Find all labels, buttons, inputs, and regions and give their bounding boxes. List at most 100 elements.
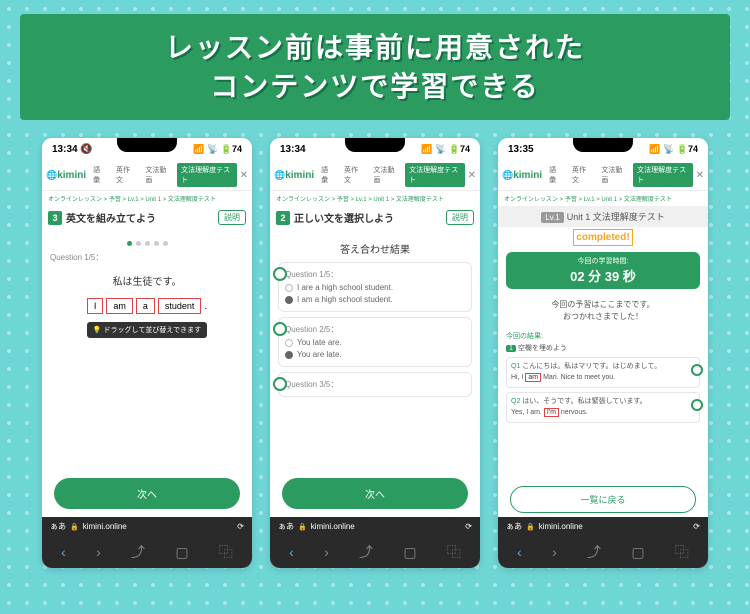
browser-url-bar[interactable]: ぁあ 🔒 kimini.online ⟳ bbox=[42, 517, 252, 536]
word-3[interactable]: a bbox=[136, 298, 155, 314]
back-to-list-button[interactable]: 一覧に戻る bbox=[510, 486, 696, 513]
section-number: 2 bbox=[276, 211, 290, 225]
tabs-icon[interactable]: ⿻ bbox=[447, 542, 461, 562]
q1-number: Q1 bbox=[511, 363, 520, 370]
completion-message: 今回の予習はここまでです。 おつかれさまでした！ bbox=[498, 299, 708, 323]
app-header: kimini 語彙 英作文 文法動画 文法理解度テスト ✕ bbox=[270, 160, 480, 191]
tab-writing[interactable]: 英作文 bbox=[112, 163, 139, 187]
q1-option-1[interactable]: I are a high school student. bbox=[285, 283, 465, 292]
url-text: kimini.online bbox=[83, 522, 127, 531]
section-1-title: 1 空欄を埋めよう bbox=[506, 343, 700, 353]
status-icons: 📶 📡 🔋74 bbox=[421, 144, 470, 155]
app-logo[interactable]: kimini bbox=[502, 170, 542, 181]
share-icon[interactable]: ⤴ bbox=[131, 542, 145, 562]
tab-test[interactable]: 文法理解度テスト bbox=[405, 163, 465, 187]
section-title: 3 英文を組み立てよう bbox=[48, 210, 156, 225]
result-q1: Q1 こんにちは。私はマリです。はじめまして。 Hi, I am Mari. N… bbox=[506, 357, 700, 388]
tab-video[interactable]: 文法動画 bbox=[141, 163, 175, 187]
dot-2 bbox=[136, 241, 141, 246]
tabs-icon[interactable]: ⿻ bbox=[675, 542, 689, 562]
completed-badge: completed! bbox=[573, 229, 632, 246]
back-icon[interactable]: ‹ bbox=[517, 544, 522, 560]
back-icon[interactable]: ‹ bbox=[289, 544, 294, 560]
tab-writing[interactable]: 英作文 bbox=[340, 163, 367, 187]
explain-button[interactable]: 説明 bbox=[446, 210, 474, 225]
text-size-icon[interactable]: ぁあ bbox=[506, 521, 522, 532]
phone-screenshots: 13:34 🔇 📶 📡 🔋74 kimini 語彙 英作文 文法動画 文法理解度… bbox=[0, 138, 750, 568]
content-area: 答え合わせ結果 Question 1/5： I are a high schoo… bbox=[270, 229, 480, 470]
period: . bbox=[204, 301, 207, 312]
app-header: kimini 語彙 英作文 文法動画 文法理解度テスト ✕ bbox=[498, 160, 708, 191]
level-title: Lv.1Unit 1 文法理解度テスト bbox=[498, 206, 708, 227]
radio-icon bbox=[285, 296, 293, 304]
section-1-num: 1 bbox=[506, 345, 516, 352]
banner-line1: レッスン前は事前に用意された bbox=[30, 28, 720, 67]
q2-option-2[interactable]: You are late. bbox=[285, 350, 465, 359]
status-time: 13:34 🔇 bbox=[52, 144, 93, 155]
radio-icon bbox=[285, 339, 293, 347]
forward-icon[interactable]: › bbox=[552, 544, 557, 560]
q2-answer: I'm bbox=[544, 408, 559, 417]
app-logo[interactable]: kimini bbox=[274, 170, 314, 181]
dot-3 bbox=[145, 241, 150, 246]
q1-label: Question 1/5： bbox=[285, 269, 465, 280]
dot-4 bbox=[154, 241, 159, 246]
q2-option-1[interactable]: You late are. bbox=[285, 338, 465, 347]
forward-icon[interactable]: › bbox=[324, 544, 329, 560]
reload-icon[interactable]: ⟳ bbox=[237, 522, 244, 531]
word-4[interactable]: student bbox=[158, 298, 202, 314]
breadcrumb[interactable]: オンラインレッスン > 予習 > Lv.1 > Unit 1 > 文法理解度テス… bbox=[498, 191, 708, 206]
word-2[interactable]: am bbox=[106, 298, 133, 314]
browser-url-bar[interactable]: ぁあ 🔒 kimini.online ⟳ bbox=[270, 517, 480, 536]
notch bbox=[345, 138, 405, 152]
tab-video[interactable]: 文法動画 bbox=[597, 163, 631, 187]
tab-writing[interactable]: 英作文 bbox=[568, 163, 595, 187]
dot-1 bbox=[127, 241, 132, 246]
notch bbox=[117, 138, 177, 152]
tab-vocab[interactable]: 語彙 bbox=[317, 163, 338, 187]
q1-option-2[interactable]: I am a high school student. bbox=[285, 295, 465, 304]
close-icon[interactable]: ✕ bbox=[240, 170, 248, 181]
browser-url-bar[interactable]: ぁあ 🔒 kimini.online ⟳ bbox=[498, 517, 708, 536]
bookmarks-icon[interactable]: ▢ bbox=[403, 544, 416, 561]
next-button[interactable]: 次へ bbox=[282, 478, 468, 509]
forward-icon[interactable]: › bbox=[96, 544, 101, 560]
reload-icon[interactable]: ⟳ bbox=[693, 522, 700, 531]
close-icon[interactable]: ✕ bbox=[696, 170, 704, 181]
section-title: 2 正しい文を選択しよう bbox=[276, 210, 394, 225]
share-icon[interactable]: ⤴ bbox=[359, 542, 373, 562]
section-number: 3 bbox=[48, 211, 62, 225]
tab-test[interactable]: 文法理解度テスト bbox=[633, 163, 693, 187]
nav-tabs: 語彙 英作文 文法動画 文法理解度テスト bbox=[317, 163, 464, 187]
word-1[interactable]: I bbox=[87, 298, 104, 314]
breadcrumb[interactable]: オンラインレッスン > 予習 > Lv.1 > Unit 1 > 文法理解度テス… bbox=[270, 191, 480, 206]
app-logo[interactable]: kimini bbox=[46, 170, 86, 181]
timer-value: 02 分 39 秒 bbox=[510, 266, 696, 285]
phone-1: 13:34 🔇 📶 📡 🔋74 kimini 語彙 英作文 文法動画 文法理解度… bbox=[42, 138, 252, 568]
radio-icon bbox=[285, 351, 293, 359]
text-size-icon[interactable]: ぁあ bbox=[278, 521, 294, 532]
tab-vocab[interactable]: 語彙 bbox=[89, 163, 110, 187]
q1-answer: am bbox=[525, 373, 541, 382]
explain-button[interactable]: 説明 bbox=[218, 210, 246, 225]
question-block-3: Question 3/5： bbox=[278, 372, 472, 397]
phone-2: 13:34 📶 📡 🔋74 kimini 語彙 英作文 文法動画 文法理解度テス… bbox=[270, 138, 480, 568]
dot-5 bbox=[163, 241, 168, 246]
close-icon[interactable]: ✕ bbox=[468, 170, 476, 181]
tabs-icon[interactable]: ⿻ bbox=[219, 542, 233, 562]
lock-icon: 🔒 bbox=[526, 523, 535, 531]
tab-vocab[interactable]: 語彙 bbox=[545, 163, 566, 187]
question-text: 私は生徒です。 bbox=[50, 273, 244, 288]
bookmarks-icon[interactable]: ▢ bbox=[631, 544, 644, 561]
question-block-1: Question 1/5： I are a high school studen… bbox=[278, 262, 472, 312]
share-icon[interactable]: ⤴ bbox=[587, 542, 601, 562]
tab-video[interactable]: 文法動画 bbox=[369, 163, 403, 187]
reload-icon[interactable]: ⟳ bbox=[465, 522, 472, 531]
timer-box: 今回の学習時間: 02 分 39 秒 bbox=[506, 252, 700, 289]
bookmarks-icon[interactable]: ▢ bbox=[175, 544, 188, 561]
back-icon[interactable]: ‹ bbox=[61, 544, 66, 560]
breadcrumb[interactable]: オンラインレッスン > 予習 > Lv.1 > Unit 1 > 文法理解度テス… bbox=[42, 191, 252, 206]
next-button[interactable]: 次へ bbox=[54, 478, 240, 509]
text-size-icon[interactable]: ぁあ bbox=[50, 521, 66, 532]
tab-test[interactable]: 文法理解度テスト bbox=[177, 163, 237, 187]
